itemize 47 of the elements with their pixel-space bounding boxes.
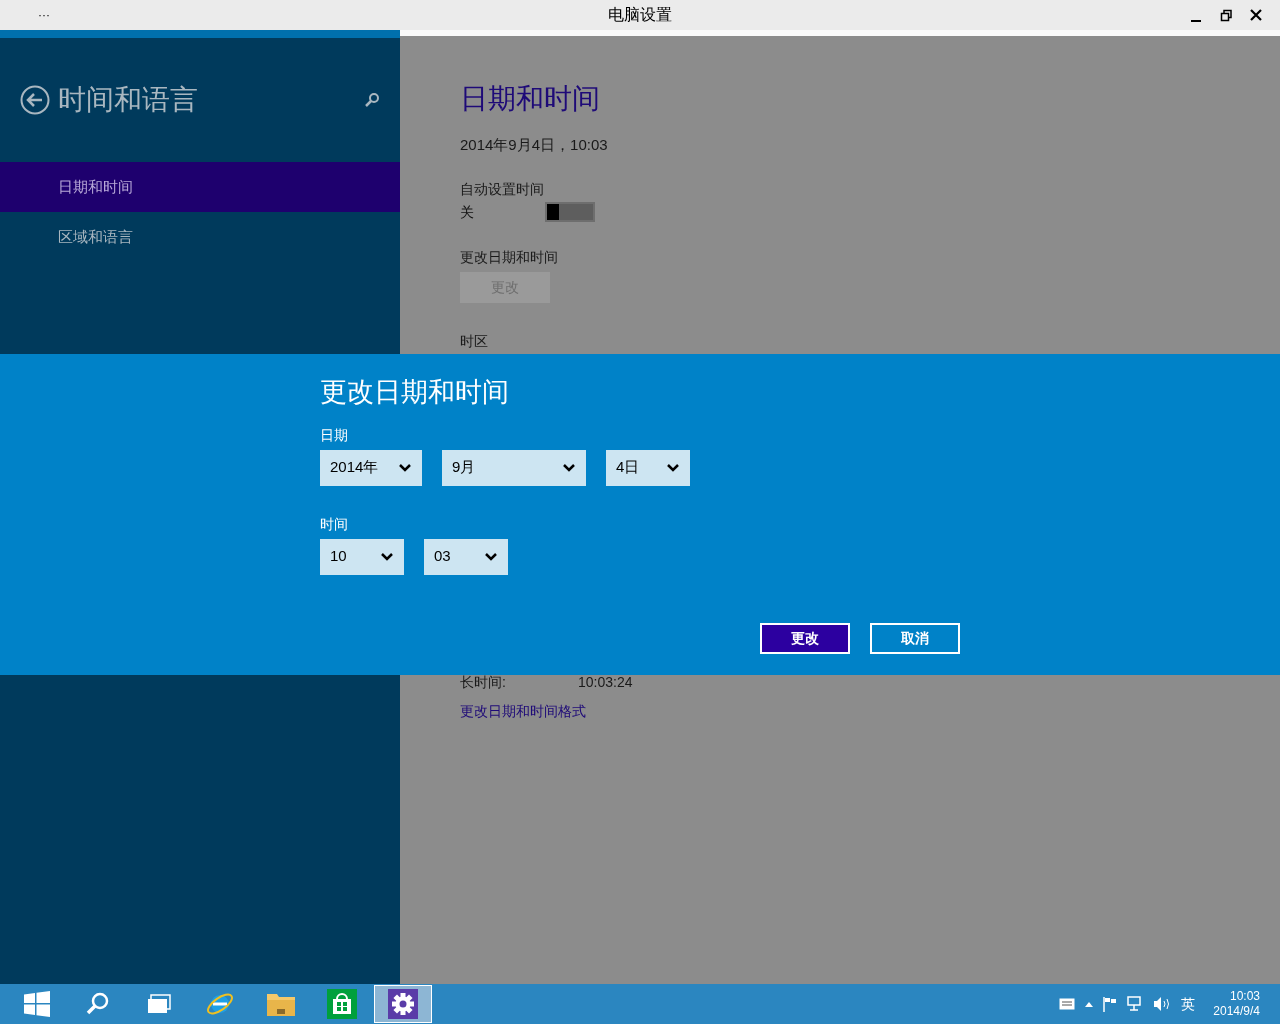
setting-label: 自动设置时间 [460, 179, 544, 199]
folder-icon [266, 991, 296, 1017]
flag-icon[interactable] [1103, 996, 1118, 1012]
chevron-down-icon [562, 462, 576, 473]
setting-label: 更改日期和时间 [460, 247, 558, 267]
current-date-time: 2014年9月4日，10:03 [460, 135, 608, 155]
clock[interactable]: 10:03 2014/9/4 [1213, 989, 1260, 1019]
search-icon [86, 992, 110, 1016]
gear-icon [388, 989, 418, 1019]
toggle-switch[interactable] [545, 202, 595, 222]
setting-label: 长时间: [460, 672, 507, 692]
dropdown[interactable]: 4日 [606, 449, 690, 486]
toggle-state: 关 [460, 202, 475, 222]
dropdown[interactable]: 10 [320, 538, 404, 575]
caret-up-icon[interactable] [1085, 1001, 1094, 1007]
restore-icon[interactable] [1218, 7, 1234, 23]
dropdown[interactable]: 9月 [442, 449, 586, 486]
format-link[interactable]: 更改日期和时间格式 [460, 700, 586, 722]
window-title: 电脑设置 [608, 5, 672, 25]
dropdown[interactable]: 2014年 [320, 449, 422, 486]
chevron-down-icon [666, 462, 680, 473]
sidebar-item[interactable]: 区域和语言 [0, 212, 400, 262]
page-heading: 日期和时间 [460, 82, 600, 116]
close-icon[interactable] [1248, 7, 1264, 23]
menu-glyph[interactable]: ··· [38, 6, 58, 24]
store-bag-icon [327, 989, 357, 1019]
windows-logo-icon [24, 991, 50, 1017]
section-title: 时间和语言 [58, 83, 198, 117]
setting-value: 10:03:24 [578, 672, 633, 692]
search-icon[interactable] [364, 92, 380, 108]
chevron-down-icon [380, 551, 394, 562]
dialog-button[interactable]: 更改 [760, 622, 850, 654]
input-method[interactable]: 英 [1181, 993, 1196, 1015]
field-label: 时间 [320, 514, 349, 534]
setting-label: 时区 [460, 331, 488, 351]
windows-stack-icon [147, 994, 171, 1014]
keyboard-icon[interactable] [1059, 998, 1076, 1010]
chevron-down-icon [484, 551, 498, 562]
speaker-icon[interactable] [1153, 996, 1172, 1012]
sidebar-item[interactable]: 日期和时间 [0, 162, 400, 212]
taskbar-button[interactable] [374, 985, 432, 1023]
network-icon[interactable] [1127, 996, 1144, 1012]
dialog-title: 更改日期和时间 [320, 376, 510, 409]
dropdown[interactable]: 03 [424, 538, 508, 575]
dialog-button[interactable]: 取消 [870, 622, 960, 654]
field-label: 日期 [320, 425, 349, 445]
chevron-down-icon [398, 462, 412, 473]
